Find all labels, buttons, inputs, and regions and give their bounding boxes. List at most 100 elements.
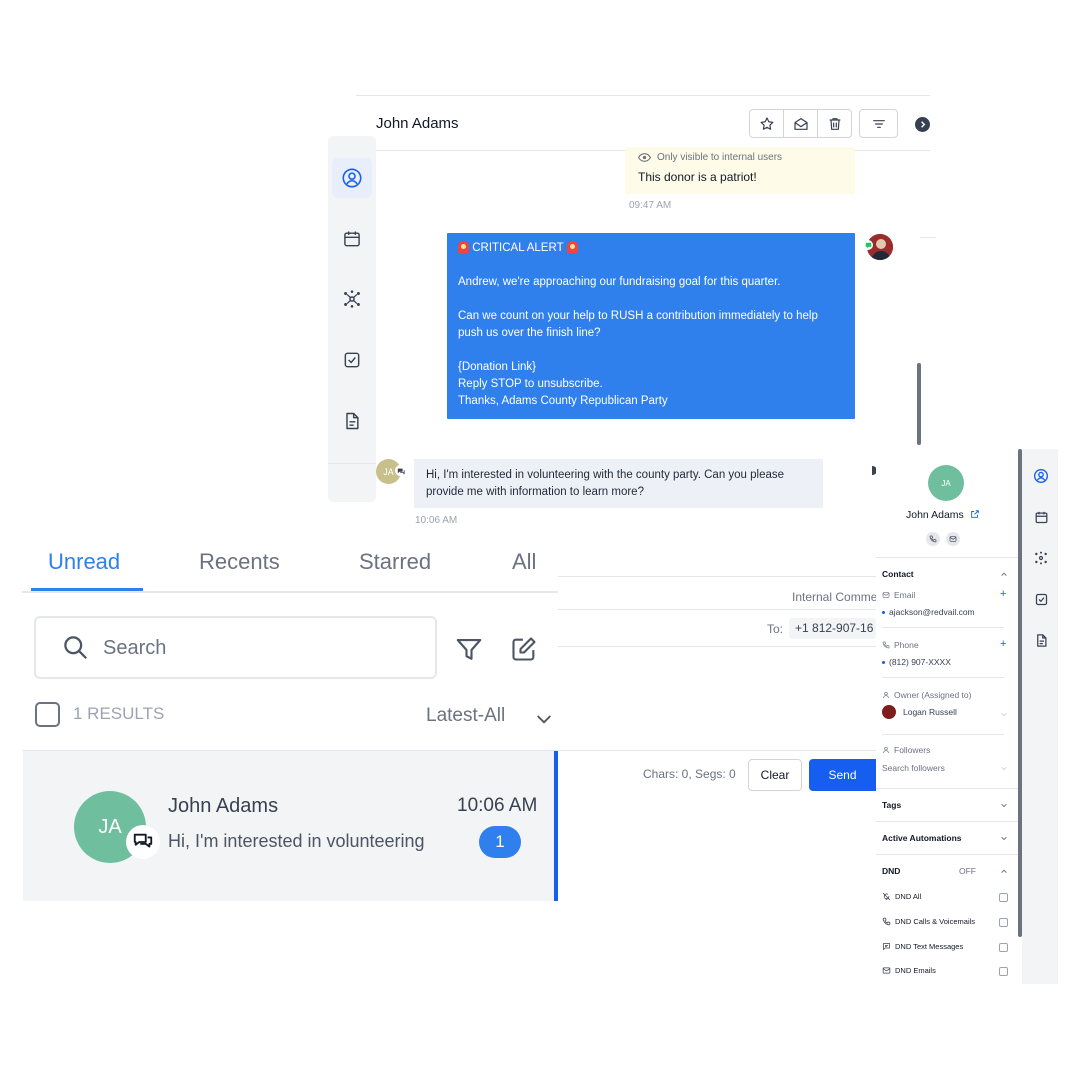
- filter-menu-button[interactable]: [859, 109, 898, 138]
- call-button[interactable]: [926, 532, 940, 546]
- chat-icon: [133, 833, 153, 848]
- user-circle-icon: [1034, 469, 1048, 483]
- to-number-select[interactable]: +1 812-907-16: [789, 618, 876, 639]
- search-input[interactable]: Search: [34, 616, 437, 679]
- chat-icon: [397, 468, 405, 474]
- eye-icon: [638, 153, 651, 162]
- to-label: To:: [767, 622, 784, 636]
- rail-tasks-tab[interactable]: [1030, 588, 1052, 610]
- delete-button[interactable]: [817, 109, 852, 138]
- star-button[interactable]: [749, 109, 784, 138]
- compose-icon[interactable]: [510, 635, 538, 663]
- message-preview: Hi, I'm interested in volunteering: [168, 831, 425, 851]
- rail-tasks-tab[interactable]: [332, 340, 372, 380]
- dnd-emails-label: DND Emails: [895, 966, 936, 975]
- dnd-emails-checkbox[interactable]: [999, 967, 1008, 976]
- tags-heading[interactable]: Tags: [882, 800, 901, 810]
- tab-all[interactable]: All: [512, 549, 536, 575]
- chevron-down-icon[interactable]: [1000, 764, 1008, 772]
- dnd-heading[interactable]: DND: [882, 866, 900, 876]
- dnd-all-label: DND All: [895, 892, 922, 901]
- rail-notes-tab[interactable]: [332, 401, 372, 441]
- divider: [876, 557, 1022, 558]
- dnd-emails-option: DND Emails: [882, 966, 936, 975]
- automations-heading[interactable]: Active Automations: [882, 833, 962, 843]
- divider: [876, 788, 1022, 789]
- left-icon-rail: [328, 136, 376, 502]
- owner-value: Logan Russell: [903, 707, 957, 717]
- chevron-up-icon[interactable]: [1000, 570, 1008, 578]
- divider: [882, 627, 1004, 628]
- chevron-down-icon[interactable]: [1000, 834, 1008, 842]
- external-link-icon: [970, 510, 979, 518]
- document-icon: [1036, 633, 1046, 647]
- phone-label: Phone: [882, 640, 919, 650]
- internal-comment-tab[interactable]: Internal Comme: [792, 590, 877, 604]
- rail-divider: [328, 463, 376, 464]
- divider: [882, 734, 1004, 735]
- divider: [920, 237, 936, 238]
- conversation-title: John Adams: [376, 115, 459, 132]
- alert-heading: CRITICAL ALERT: [472, 242, 564, 254]
- message-timestamp: 10:06 AM: [415, 515, 458, 526]
- dnd-calls-option: DND Calls & Voicemails: [882, 917, 975, 926]
- email-value[interactable]: ajackson@redvail.com: [882, 607, 975, 617]
- chevron-down-icon[interactable]: [1000, 710, 1008, 718]
- rail-automation-tab[interactable]: [1030, 547, 1052, 569]
- phone-icon: [882, 917, 891, 926]
- rail-calendar-tab[interactable]: [332, 219, 372, 259]
- message-icon: [883, 943, 890, 951]
- sort-select[interactable]: Latest-All: [426, 705, 505, 727]
- siren-icon: [458, 241, 469, 253]
- email-value-text: ajackson@redvail.com: [889, 607, 975, 617]
- dnd-text-label: DND Text Messages: [895, 942, 964, 951]
- user-circle-icon: [342, 168, 362, 188]
- email-button[interactable]: [946, 532, 960, 546]
- bell-off-icon: [882, 892, 891, 901]
- dnd-all-checkbox[interactable]: [999, 893, 1008, 902]
- phone-value-text: (812) 907-XXXX: [889, 657, 951, 667]
- conversation-scrollbar[interactable]: [917, 363, 921, 445]
- rail-automation-tab[interactable]: [332, 279, 372, 319]
- calendar-icon: [1035, 511, 1047, 523]
- owner-select[interactable]: Logan Russell: [882, 705, 957, 719]
- collapse-panel-button[interactable]: [915, 117, 930, 132]
- filter-icon[interactable]: [454, 635, 484, 665]
- dnd-text-checkbox[interactable]: [999, 943, 1008, 952]
- tab-unread[interactable]: Unread: [48, 549, 120, 575]
- rail-contact-tab[interactable]: [1030, 465, 1052, 487]
- divider: [558, 609, 876, 610]
- dnd-calls-checkbox[interactable]: [999, 918, 1008, 927]
- unread-badge: 1: [479, 826, 521, 858]
- owner-label: Owner (Assigned to): [882, 690, 971, 700]
- chevron-up-icon[interactable]: [1000, 867, 1008, 875]
- rail-calendar-tab[interactable]: [1030, 506, 1052, 528]
- internal-note: Only visible to internal users This dono…: [625, 147, 855, 194]
- rail-contact-tab[interactable]: [332, 158, 372, 198]
- divider: [876, 821, 1022, 822]
- tab-recents[interactable]: Recents: [199, 549, 280, 575]
- add-email-button[interactable]: +: [1000, 588, 1006, 600]
- divider: [558, 576, 876, 577]
- note-timestamp: 09:47 AM: [629, 200, 672, 211]
- followers-search-input[interactable]: Search followers: [882, 763, 945, 773]
- add-phone-button[interactable]: +: [1000, 638, 1006, 650]
- select-all-checkbox[interactable]: [35, 702, 60, 727]
- phone-value[interactable]: (812) 907-XXXX: [882, 657, 951, 667]
- inbox-list-panel: Unread Recents Starred All Search 1 RESU…: [22, 531, 558, 901]
- network-icon: [1035, 551, 1047, 565]
- contact-name[interactable]: John Adams: [906, 509, 980, 521]
- phone-label-text: Phone: [894, 640, 919, 650]
- checkbox-icon: [1035, 593, 1047, 605]
- send-button[interactable]: Send: [809, 759, 876, 791]
- chevron-down-icon[interactable]: [1000, 801, 1008, 809]
- tab-starred[interactable]: Starred: [359, 549, 431, 575]
- rail-notes-tab[interactable]: [1030, 629, 1052, 651]
- chevron-down-icon[interactable]: [534, 709, 554, 729]
- mark-unread-button[interactable]: [783, 109, 818, 138]
- contact-name-text: John Adams: [906, 509, 964, 521]
- conversation-list-item[interactable]: JA John Adams 10:06 AM Hi, I'm intereste…: [23, 751, 558, 901]
- clear-button[interactable]: Clear: [748, 759, 802, 791]
- dnd-state: OFF: [959, 866, 976, 876]
- divider: [882, 677, 1004, 678]
